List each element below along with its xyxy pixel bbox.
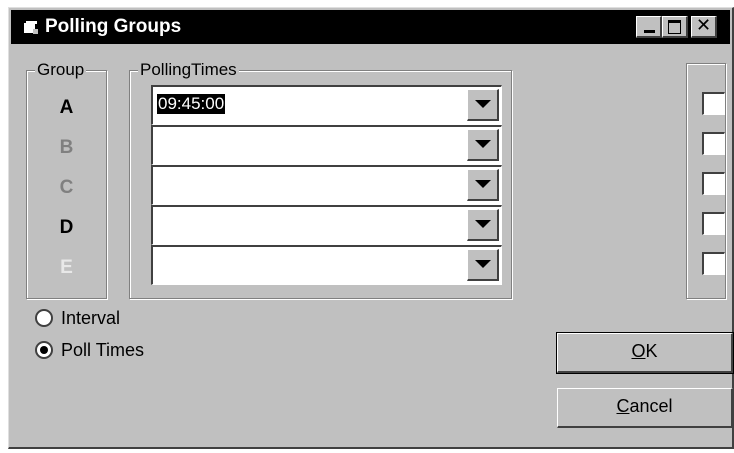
group-letter-e: E xyxy=(60,257,73,278)
group-enable-checkbox-5[interactable] xyxy=(702,252,725,275)
group-letter-d: D xyxy=(59,217,74,238)
cancel-mnemonic: C xyxy=(616,396,630,416)
interval-radio-label[interactable]: Interval xyxy=(61,308,120,328)
polling-time-combo-3[interactable] xyxy=(151,165,502,205)
poll-times-radio-label[interactable]: Poll Times xyxy=(61,340,144,360)
title-bar[interactable]: Polling Groups ✕ xyxy=(11,10,730,44)
group-enable-checkbox-2[interactable] xyxy=(702,132,725,155)
group-enable-checkbox-4[interactable] xyxy=(702,212,725,235)
dropdown-arrow-icon[interactable] xyxy=(467,209,499,241)
polling-times-frame-label: PollingTimes xyxy=(138,60,239,79)
close-button[interactable]: ✕ xyxy=(691,16,717,38)
dropdown-arrow-icon[interactable] xyxy=(467,129,499,161)
ok-label-rest: K xyxy=(645,341,658,361)
poll-times-radio[interactable] xyxy=(35,341,53,359)
group-enable-checkbox-1[interactable] xyxy=(702,92,725,115)
window-title: Polling Groups xyxy=(45,16,182,37)
polling-time-combo-5[interactable] xyxy=(151,245,502,285)
window-app-icon xyxy=(24,21,38,34)
dropdown-arrow-icon[interactable] xyxy=(467,89,499,121)
group-letter-b: B xyxy=(59,137,74,158)
polling-time-combo-2[interactable] xyxy=(151,125,502,165)
close-icon: ✕ xyxy=(695,15,712,36)
polling-groups-window: Polling Groups ✕ Group A B C D E Polling… xyxy=(8,7,734,449)
ok-mnemonic: O xyxy=(631,341,646,361)
dropdown-arrow-icon[interactable] xyxy=(467,169,499,201)
cancel-label-rest: ancel xyxy=(629,396,673,416)
group-frame: Group A B C D E xyxy=(26,61,107,299)
dropdown-arrow-icon[interactable] xyxy=(467,249,499,281)
group-letter-a: A xyxy=(59,97,74,118)
minimize-button[interactable] xyxy=(636,16,662,38)
polling-time-combo-1[interactable]: 09:45:00 xyxy=(151,85,502,125)
interval-radio[interactable] xyxy=(35,309,53,327)
polling-time-value-1[interactable]: 09:45:00 xyxy=(157,94,226,114)
maximize-button[interactable] xyxy=(662,16,688,38)
cancel-button[interactable]: Cancel xyxy=(557,388,733,428)
ok-button[interactable]: OK xyxy=(556,332,734,374)
group-frame-label: Group xyxy=(35,60,87,79)
polling-time-combo-4[interactable] xyxy=(151,205,502,245)
group-letter-c: C xyxy=(59,177,74,198)
group-enable-checkbox-3[interactable] xyxy=(702,172,725,195)
